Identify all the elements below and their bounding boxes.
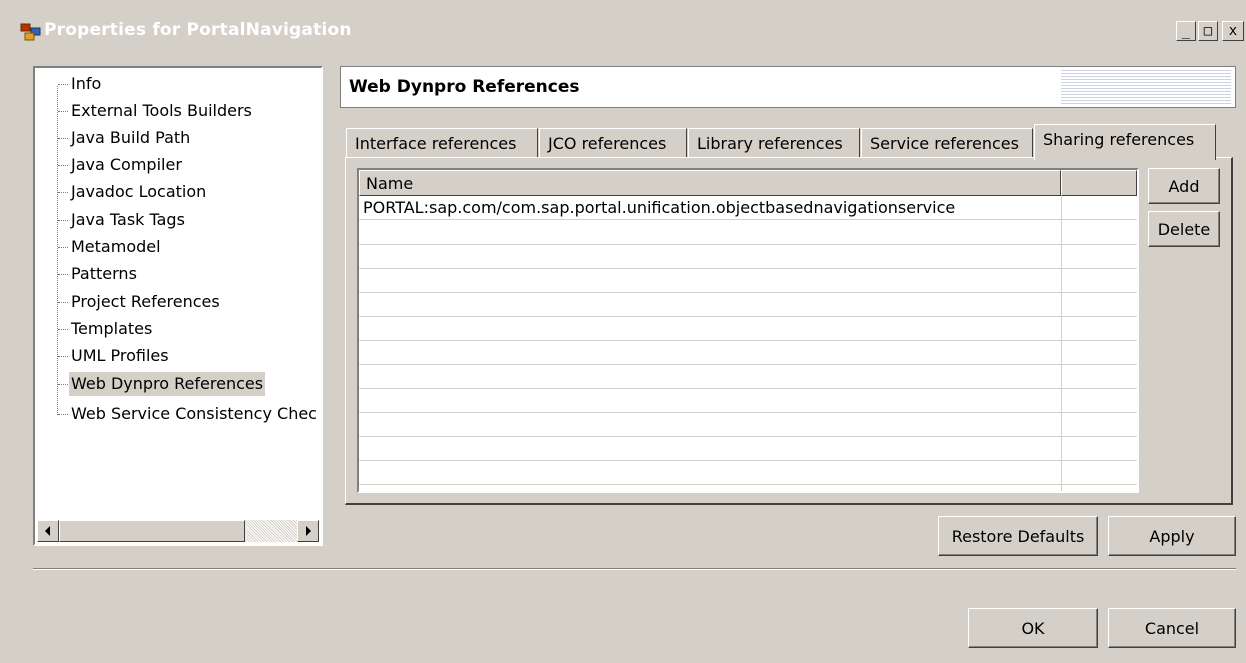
tab-interface-references[interactable]: Interface references bbox=[346, 128, 538, 158]
tree-item-javadoc-location[interactable]: Javadoc Location bbox=[69, 180, 208, 204]
tree-item-web-dynpro-references[interactable]: Web Dynpro References bbox=[69, 372, 266, 396]
maximize-button[interactable]: □ bbox=[1198, 21, 1218, 41]
table-row-empty bbox=[359, 365, 1137, 389]
scroll-right-button[interactable] bbox=[297, 520, 319, 542]
tab-jco-references[interactable]: JCO references bbox=[539, 128, 687, 158]
table-row-empty bbox=[359, 293, 1137, 317]
tree-item-metamodel[interactable]: Metamodel bbox=[69, 235, 163, 259]
table-row-empty bbox=[359, 317, 1137, 341]
table-row-empty bbox=[359, 389, 1137, 413]
references-table[interactable]: Name PORTAL:sap.com/com.sap.portal.unifi… bbox=[357, 168, 1139, 493]
tree-connector-tick bbox=[58, 111, 68, 112]
scroll-thumb[interactable] bbox=[59, 520, 245, 542]
tree-connector-tick bbox=[58, 247, 68, 248]
table-row-empty bbox=[359, 461, 1137, 485]
apply-button[interactable]: Apply bbox=[1108, 516, 1236, 556]
table-row-empty bbox=[359, 437, 1137, 461]
add-button[interactable]: Add bbox=[1148, 168, 1220, 204]
table-header: Name bbox=[359, 170, 1137, 196]
tab-library-references[interactable]: Library references bbox=[688, 128, 860, 158]
tab-service-references[interactable]: Service references bbox=[861, 128, 1033, 158]
scroll-left-button[interactable] bbox=[37, 520, 59, 542]
property-pages-tree[interactable]: Info External Tools Builders Java Build … bbox=[33, 66, 323, 546]
tree-connector-tick bbox=[58, 84, 68, 85]
properties-app-icon bbox=[20, 23, 41, 41]
tree-connector-tick bbox=[58, 329, 68, 330]
tree-connector-tick bbox=[58, 192, 68, 193]
tree-item-java-compiler[interactable]: Java Compiler bbox=[69, 153, 184, 177]
table-row-empty bbox=[359, 221, 1137, 245]
title-bar[interactable]: Properties for PortalNavigation _ □ x bbox=[0, 0, 1246, 48]
tree-item-uml-profiles[interactable]: UML Profiles bbox=[69, 344, 171, 368]
arrow-right-icon bbox=[306, 526, 311, 536]
window-title: Properties for PortalNavigation bbox=[44, 20, 352, 40]
cancel-button[interactable]: Cancel bbox=[1108, 608, 1236, 648]
column-header-extra[interactable] bbox=[1061, 170, 1137, 196]
tree-item-patterns[interactable]: Patterns bbox=[69, 262, 139, 286]
scroll-track[interactable] bbox=[245, 520, 297, 542]
table-row-empty bbox=[359, 269, 1137, 293]
tree-item-project-references[interactable]: Project References bbox=[69, 290, 222, 314]
tree-connector-tick bbox=[58, 384, 68, 385]
close-button[interactable]: x bbox=[1222, 21, 1244, 41]
page-title: Web Dynpro References bbox=[349, 77, 580, 97]
horizontal-scrollbar[interactable] bbox=[37, 520, 319, 542]
ok-button[interactable]: OK bbox=[968, 608, 1098, 648]
tree-item-external-tools-builders[interactable]: External Tools Builders bbox=[69, 99, 254, 123]
table-row-empty bbox=[359, 341, 1137, 365]
tree-connector-tick bbox=[58, 138, 68, 139]
tree-item-info[interactable]: Info bbox=[69, 72, 103, 96]
tree-item-templates[interactable]: Templates bbox=[69, 317, 154, 341]
table-cell-name: PORTAL:sap.com/com.sap.portal.unificatio… bbox=[363, 198, 956, 217]
column-header-name[interactable]: Name bbox=[359, 170, 1061, 196]
table-row[interactable]: PORTAL:sap.com/com.sap.portal.unificatio… bbox=[359, 196, 1137, 220]
arrow-left-icon bbox=[45, 526, 50, 536]
tree-connector-tick bbox=[58, 356, 68, 357]
tree-connector-line bbox=[57, 86, 58, 415]
minimize-button[interactable]: _ bbox=[1176, 21, 1196, 41]
dialog-separator bbox=[33, 568, 1236, 570]
tree-connector-tick bbox=[58, 165, 68, 166]
tree-item-web-service-consistency-check[interactable]: Web Service Consistency Chec bbox=[69, 402, 319, 426]
delete-button[interactable]: Delete bbox=[1148, 211, 1220, 247]
header-decoration bbox=[1061, 70, 1231, 104]
tree-connector-tick bbox=[58, 414, 68, 415]
restore-defaults-button[interactable]: Restore Defaults bbox=[938, 516, 1098, 556]
tree-connector-tick bbox=[58, 302, 68, 303]
page-header: Web Dynpro References bbox=[340, 66, 1236, 108]
tab-sharing-references[interactable]: Sharing references bbox=[1034, 124, 1216, 160]
tree-connector-tick bbox=[58, 220, 68, 221]
tree-item-java-build-path[interactable]: Java Build Path bbox=[69, 126, 192, 150]
tree-item-java-task-tags[interactable]: Java Task Tags bbox=[69, 208, 187, 232]
table-row-empty bbox=[359, 245, 1137, 269]
table-row-empty bbox=[359, 413, 1137, 437]
table-cell-extra bbox=[1061, 196, 1137, 220]
tree-connector-tick bbox=[58, 274, 68, 275]
